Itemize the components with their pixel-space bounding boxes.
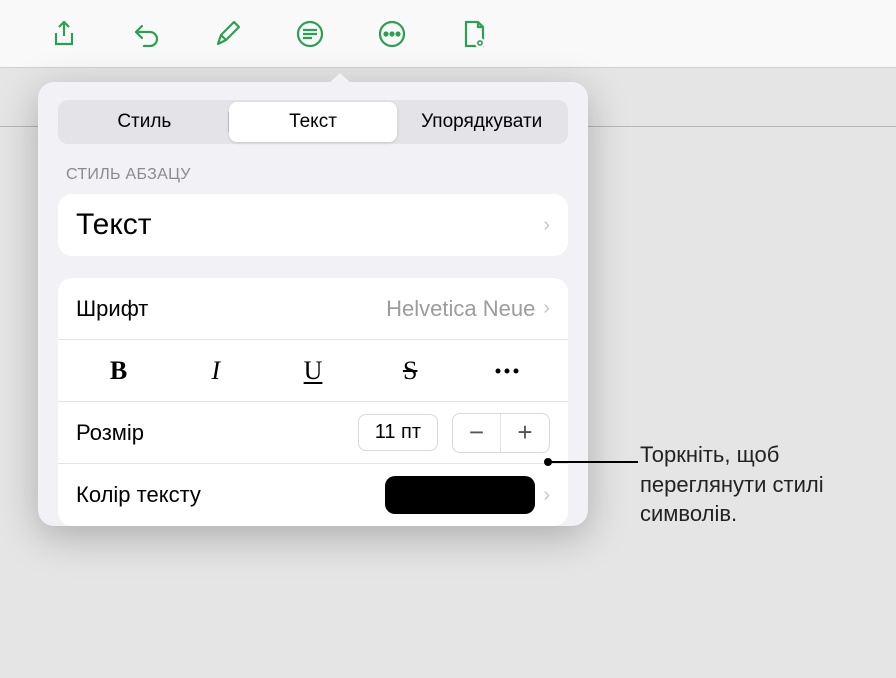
strikethrough-button[interactable]: S <box>362 340 459 401</box>
size-decrease-button[interactable]: − <box>453 414 501 452</box>
paintbrush-icon <box>212 18 244 50</box>
chevron-right-icon: › <box>543 484 550 507</box>
size-increase-button[interactable]: + <box>501 414 549 452</box>
font-card: Шрифт Helvetica Neue › B I U S Розмір 11… <box>58 278 568 526</box>
ellipsis-icon <box>494 367 520 375</box>
font-row[interactable]: Шрифт Helvetica Neue › <box>58 278 568 340</box>
italic-button[interactable]: I <box>167 340 264 401</box>
tab-arrange[interactable]: Упорядкувати <box>397 102 566 142</box>
text-color-row[interactable]: Колір тексту › <box>58 464 568 526</box>
chevron-right-icon: › <box>543 214 550 237</box>
size-row: Розмір 11 пт − + <box>58 402 568 464</box>
more-icon <box>376 18 408 50</box>
underline-button[interactable]: U <box>264 340 361 401</box>
share-button[interactable] <box>40 10 88 58</box>
paragraph-style-header: СТИЛЬ АБЗАЦУ <box>66 166 560 184</box>
document-button[interactable] <box>450 10 498 58</box>
insert-button[interactable] <box>286 10 334 58</box>
text-color-label: Колір тексту <box>76 482 385 508</box>
text-color-swatch[interactable] <box>385 476 535 514</box>
size-value[interactable]: 11 пт <box>358 414 438 451</box>
undo-icon <box>130 18 162 50</box>
format-tabs: Стиль Текст Упорядкувати <box>58 100 568 144</box>
text-style-row: B I U S <box>58 340 568 402</box>
share-icon <box>49 19 79 49</box>
insert-icon <box>294 18 326 50</box>
bold-button[interactable]: B <box>70 340 167 401</box>
chevron-right-icon: › <box>543 297 550 320</box>
font-label: Шрифт <box>76 296 386 322</box>
document-icon <box>458 18 490 50</box>
more-button[interactable] <box>368 10 416 58</box>
size-stepper: − + <box>452 413 550 453</box>
character-styles-button[interactable] <box>459 340 556 401</box>
undo-button[interactable] <box>122 10 170 58</box>
paragraph-style-row[interactable]: Текст › <box>58 194 568 256</box>
annotation-text: Торкніть, щоб переглянути стилі символів… <box>640 440 880 529</box>
format-button[interactable] <box>204 10 252 58</box>
tab-text[interactable]: Текст <box>229 102 398 142</box>
format-popover: Стиль Текст Упорядкувати СТИЛЬ АБЗАЦУ Те… <box>38 82 588 526</box>
paragraph-style-card: Текст › <box>58 194 568 256</box>
annotation-line <box>548 461 638 463</box>
font-value: Helvetica Neue <box>386 296 535 322</box>
paragraph-style-name: Текст <box>76 200 543 250</box>
size-label: Розмір <box>76 420 358 446</box>
tab-style[interactable]: Стиль <box>60 102 229 142</box>
app-toolbar <box>0 0 896 68</box>
